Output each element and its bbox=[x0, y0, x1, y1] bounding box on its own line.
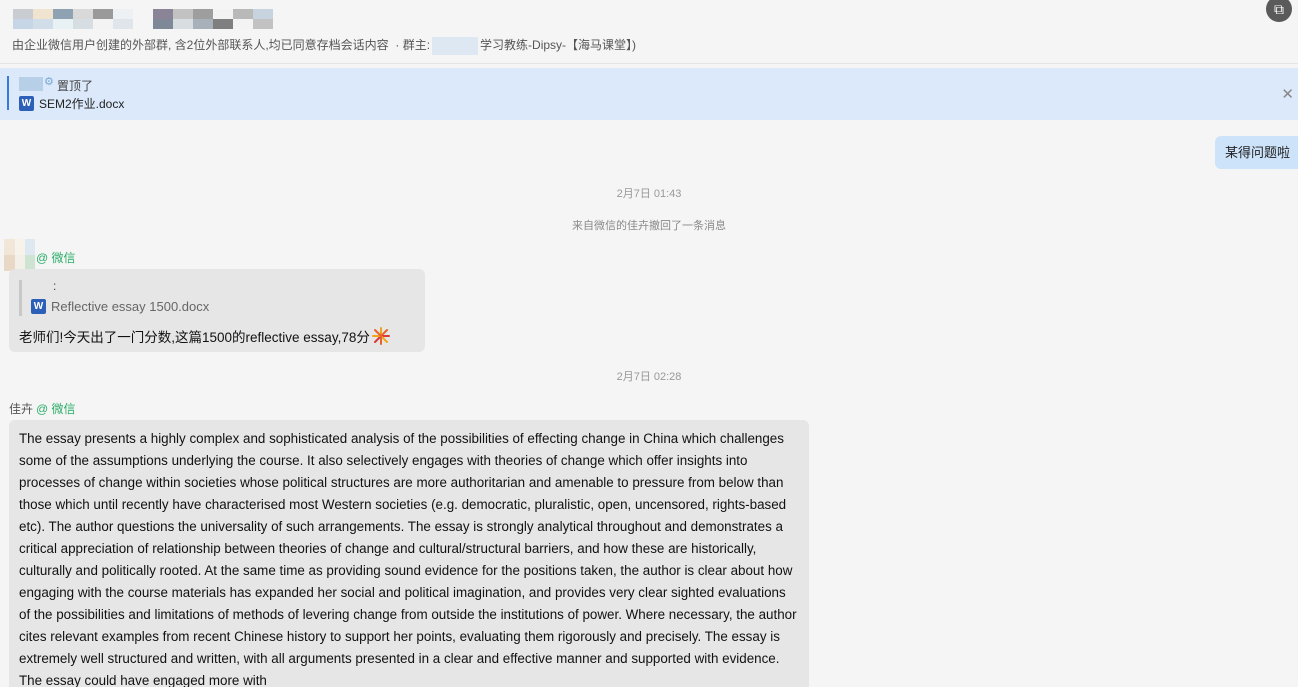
group-title-redacted bbox=[13, 9, 293, 29]
wechat-source-tag: @ 微信 bbox=[36, 251, 76, 265]
owner-name-redacted bbox=[432, 36, 479, 55]
pin-icon: ⚙ bbox=[44, 76, 54, 88]
self-message-bubble[interactable]: 某得问题啦 bbox=[1215, 136, 1298, 169]
sender-name[interactable]: 佳卉 bbox=[9, 400, 33, 417]
close-icon[interactable]: ✕ bbox=[1281, 85, 1294, 103]
owner-label: · 群主: bbox=[395, 38, 431, 52]
group-subtitle: 由企业微信用户创建的外部群, 含2位外部联系人,均已同意存档会话内容 · 群主:… bbox=[12, 36, 636, 55]
word-file-icon: W bbox=[31, 299, 46, 314]
screenshot-icon[interactable]: ⧉ bbox=[1266, 0, 1292, 22]
pinned-label: 置顶了 bbox=[57, 79, 94, 93]
recall-notice: 来自微信的佳卉撤回了一条消息 bbox=[572, 220, 726, 232]
word-file-icon: W bbox=[19, 96, 34, 111]
firework-emoji-icon bbox=[371, 326, 391, 346]
message-bubble[interactable]: : W Reflective essay 1500.docx 老师们!今天出了一… bbox=[9, 269, 425, 352]
timestamp: 2月7日 02:28 bbox=[616, 371, 682, 383]
quote-bar bbox=[19, 280, 22, 316]
timestamp: 2月7日 01:43 bbox=[616, 188, 682, 200]
avatar[interactable] bbox=[4, 239, 35, 271]
pinned-file-name: SEM2作业.docx bbox=[39, 97, 125, 111]
quoted-file-link[interactable]: W Reflective essay 1500.docx bbox=[31, 299, 209, 314]
pinned-message-bar[interactable]: ⚙ 置顶了 W SEM2作业.docx ✕ bbox=[0, 68, 1298, 120]
message-text-row: 老师们!今天出了一门分数,这篇1500的reflective essay,78分 bbox=[19, 326, 391, 346]
self-message-text: 某得问题啦 bbox=[1225, 145, 1291, 160]
wechat-source-tag: @ 微信 bbox=[36, 402, 76, 416]
message-text: 老师们!今天出了一门分数,这篇1500的reflective essay,78分 bbox=[19, 330, 370, 345]
chat-header: 由企业微信用户创建的外部群, 含2位外部联系人,均已同意存档会话内容 · 群主:… bbox=[0, 0, 1298, 64]
quoted-file-name: Reflective essay 1500.docx bbox=[51, 299, 210, 314]
message-text: The essay presents a highly complex and … bbox=[19, 431, 797, 687]
pinned-file-link[interactable]: W SEM2作业.docx bbox=[19, 95, 124, 112]
pinner-name-redacted bbox=[19, 77, 43, 91]
owner-suffix: 学习教练-Dipsy-【海马课堂】) bbox=[480, 38, 637, 52]
pinned-accent-bar bbox=[7, 76, 9, 110]
group-description: 由企业微信用户创建的外部群, 含2位外部联系人,均已同意存档会话内容 bbox=[12, 38, 389, 52]
quote-sender: : bbox=[53, 279, 57, 293]
message-bubble[interactable]: The essay presents a highly complex and … bbox=[9, 420, 809, 687]
